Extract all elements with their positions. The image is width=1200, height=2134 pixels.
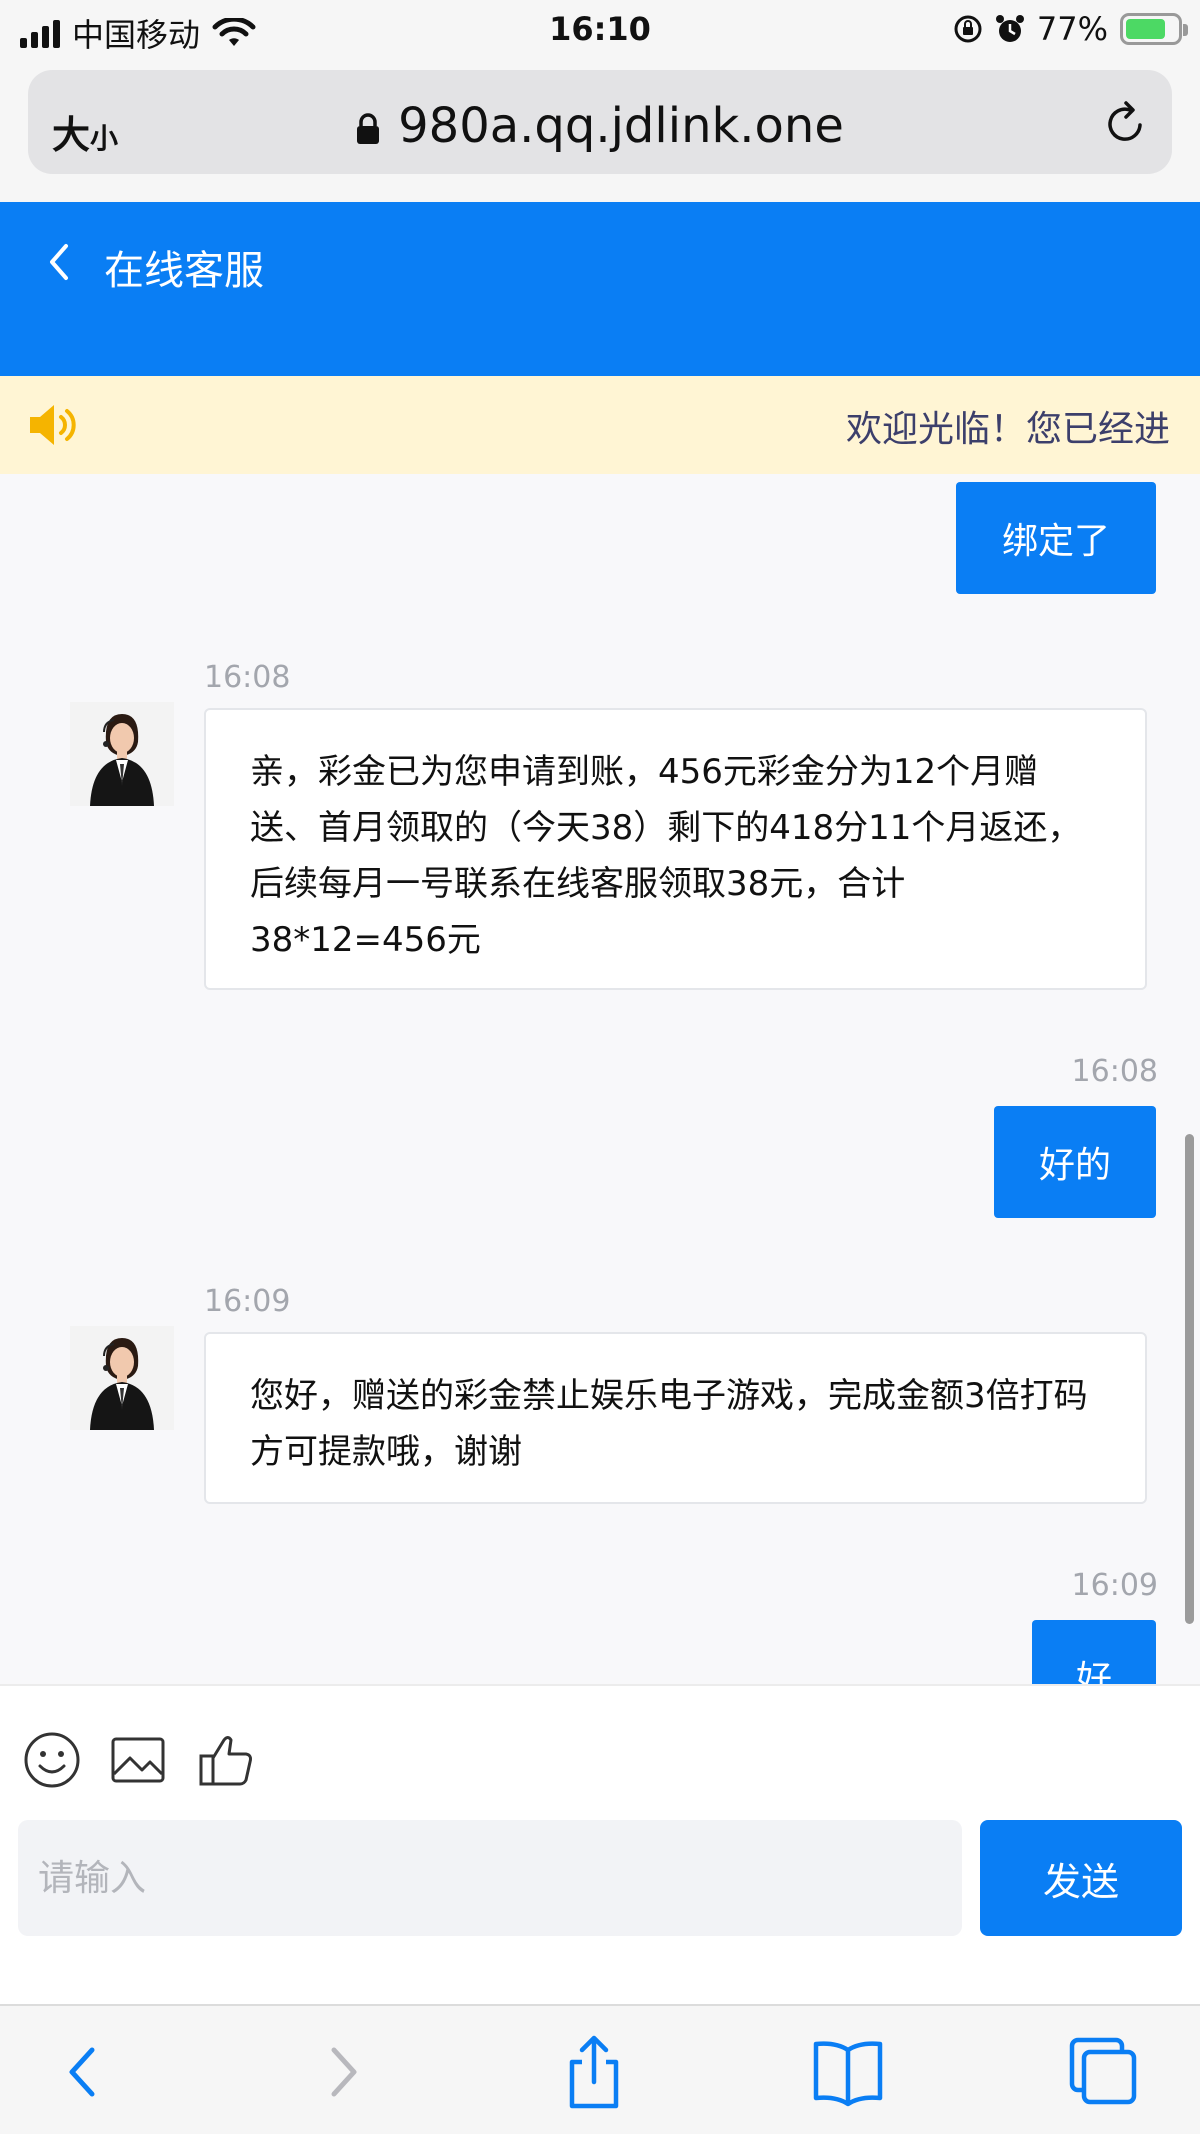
status-bar: 中国移动 16:10 77% xyxy=(0,0,1200,62)
browser-toolbar xyxy=(0,2004,1200,2134)
orientation-lock-icon xyxy=(954,15,982,43)
page-title: 在线客服 xyxy=(104,248,264,294)
bookmarks-icon[interactable] xyxy=(808,2034,888,2110)
image-icon[interactable] xyxy=(108,1730,168,1790)
message-input[interactable] xyxy=(18,1820,962,1936)
address-bar[interactable]: 大小 980a.qq.jdlink.one xyxy=(28,70,1172,174)
message-text: 您好，赠送的彩金禁止娱乐电子游戏，完成金额3倍打码方可提款哦，谢谢 xyxy=(250,1376,1088,1472)
agent-avatar xyxy=(70,702,174,806)
chat-scrollbar[interactable] xyxy=(1185,1134,1194,1624)
battery-percent: 77% xyxy=(1036,10,1108,48)
back-icon[interactable] xyxy=(44,2034,124,2110)
notice-text: 欢迎光临！您已经进 xyxy=(846,409,1171,450)
back-arrow-icon[interactable] xyxy=(40,238,80,288)
message-time: 16:08 xyxy=(204,660,291,695)
outgoing-message: 绑定了 xyxy=(956,482,1156,594)
share-icon[interactable] xyxy=(554,2034,634,2110)
message-text: 亲，彩金已为您申请到账，456元彩金分为12个月赠送、首月领取的（今天38）剩下… xyxy=(250,752,1082,960)
app-header: 在线客服 xyxy=(0,202,1200,376)
battery-icon xyxy=(1120,13,1188,45)
speaker-icon xyxy=(30,405,76,445)
outgoing-message: 好 xyxy=(1032,1620,1156,1684)
url-text: 980a.qq.jdlink.one xyxy=(398,98,844,154)
url-display[interactable]: 980a.qq.jdlink.one xyxy=(28,98,1172,154)
send-button[interactable]: 发送 xyxy=(980,1820,1182,1936)
message-composer: 发送 xyxy=(0,1684,1200,2004)
message-time: 16:08 xyxy=(1071,1054,1158,1089)
chat-messages[interactable]: 绑定了 16:08 亲，彩金已为您申请到账，456元彩金分为12个月赠送、首月领… xyxy=(0,474,1200,1684)
message-text: 好 xyxy=(1075,1659,1112,1684)
forward-icon[interactable] xyxy=(302,2034,382,2110)
message-text: 绑定了 xyxy=(1001,521,1110,562)
message-time: 16:09 xyxy=(1071,1568,1158,1603)
tabs-icon[interactable] xyxy=(1064,2034,1144,2110)
outgoing-message: 好的 xyxy=(994,1106,1156,1218)
thumbs-up-icon[interactable] xyxy=(196,1730,256,1790)
alarm-icon xyxy=(995,15,1024,42)
emoji-icon[interactable] xyxy=(22,1730,82,1790)
message-text: 好的 xyxy=(1038,1145,1111,1186)
reload-icon[interactable] xyxy=(1100,98,1150,148)
message-time: 16:09 xyxy=(204,1284,291,1319)
notice-bar: 欢迎光临！您已经进 xyxy=(0,376,1200,474)
incoming-message: 亲，彩金已为您申请到账，456元彩金分为12个月赠送、首月领取的（今天38）剩下… xyxy=(204,708,1147,990)
incoming-message: 您好，赠送的彩金禁止娱乐电子游戏，完成金额3倍打码方可提款哦，谢谢 xyxy=(204,1332,1147,1504)
lock-icon xyxy=(357,113,380,144)
agent-avatar xyxy=(70,1326,174,1430)
browser-address-area: 大小 980a.qq.jdlink.one xyxy=(0,62,1200,202)
